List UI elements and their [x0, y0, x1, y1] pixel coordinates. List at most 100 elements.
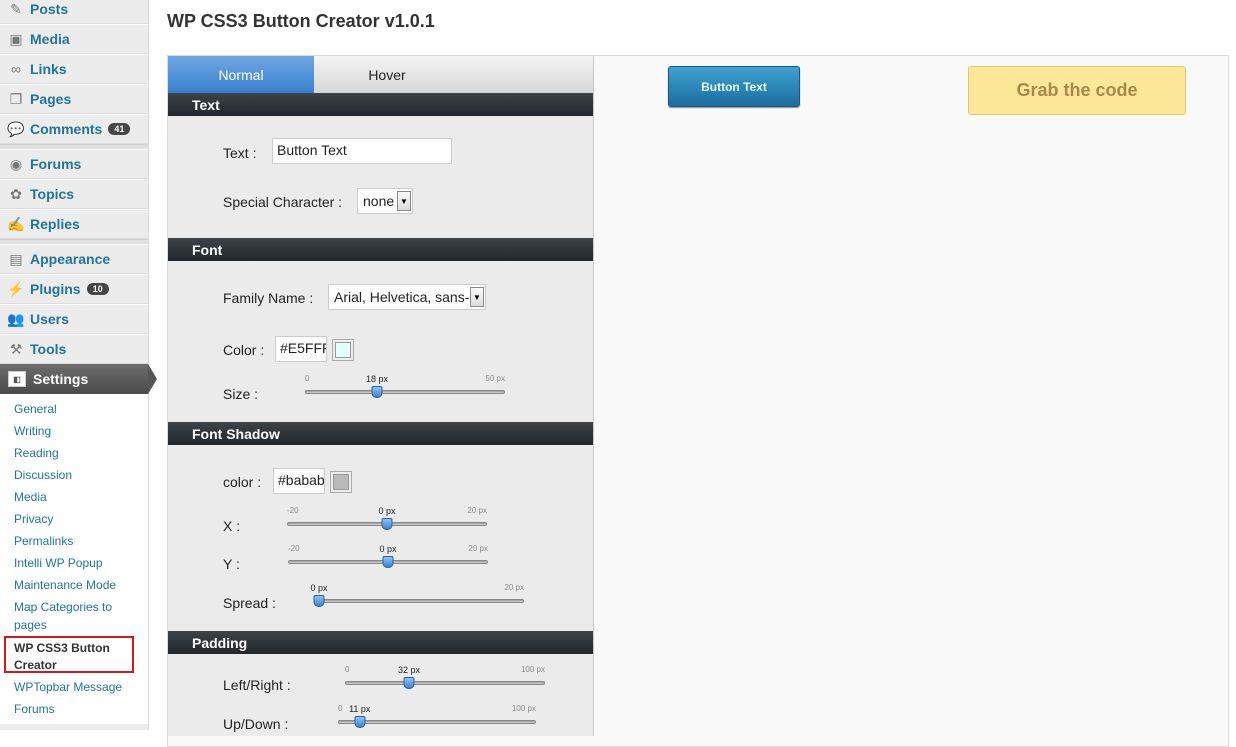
- comments-count-badge: 41: [108, 123, 131, 135]
- submenu-item-wptopbar-message[interactable]: WPTopbar Message: [14, 678, 139, 696]
- section-title: Font Shadow: [192, 425, 280, 442]
- pages-icon: ❐: [9, 90, 23, 107]
- slider-handle[interactable]: [403, 677, 415, 689]
- menu-item-media[interactable]: ▣ Media: [0, 24, 148, 55]
- tools-icon: ⚒: [9, 340, 23, 357]
- shadow-y-slider[interactable]: -20 0 px 20 px: [288, 544, 488, 576]
- menu-item-posts[interactable]: ✎ Posts: [0, 0, 148, 25]
- shadow-spread-slider[interactable]: 0 px 20 px: [310, 583, 524, 615]
- menu-label: Plugins: [30, 281, 81, 297]
- replies-icon: ✍: [7, 215, 25, 232]
- menu-item-links[interactable]: ∞ Links: [0, 54, 148, 85]
- menu-label: Tools: [30, 341, 67, 357]
- submenu-item-general[interactable]: General: [14, 400, 139, 418]
- shadow-y-label: Y :: [223, 556, 240, 572]
- slider-min-label: 0: [305, 374, 310, 383]
- menu-label: Posts: [30, 1, 69, 17]
- submenu-item-maintenance-mode[interactable]: Maintenance Mode: [14, 576, 139, 594]
- menu-item-topics[interactable]: ✿ Topics: [0, 179, 148, 210]
- select-value: Arial, Helvetica, sans-serif: [334, 289, 486, 305]
- color-swatch-icon: [333, 474, 349, 490]
- family-name-label: Family Name :: [223, 290, 314, 306]
- slider-track[interactable]: [345, 681, 545, 685]
- section-header-font: Font: [168, 238, 593, 261]
- special-character-select[interactable]: none ▼: [357, 188, 413, 214]
- submenu-item-map-categories[interactable]: Map Categories to pages: [14, 598, 139, 634]
- font-size-slider[interactable]: 0 18 px 50 px: [305, 374, 505, 406]
- section-header-padding: Padding: [168, 631, 593, 654]
- submenu-item-permalinks[interactable]: Permalinks: [14, 532, 139, 550]
- menu-item-replies[interactable]: ✍ Replies: [0, 209, 148, 240]
- padding-up-down-slider[interactable]: 0 11 px 100 px: [338, 704, 536, 736]
- shadow-x-slider[interactable]: -20 0 px 20 px: [287, 506, 487, 538]
- menu-item-plugins[interactable]: ⚡ Plugins 10: [0, 274, 148, 305]
- menu-label: Settings: [33, 371, 89, 387]
- slider-handle[interactable]: [381, 518, 393, 530]
- special-character-label: Special Character :: [223, 194, 343, 210]
- section-title: Font: [192, 241, 223, 258]
- users-icon: 👥: [7, 310, 25, 327]
- slider-min-label: -20: [288, 544, 300, 553]
- padding-left-right-slider[interactable]: 0 32 px 100 px: [345, 665, 545, 697]
- menu-item-tools[interactable]: ⚒ Tools: [0, 334, 148, 365]
- slider-track[interactable]: [305, 390, 505, 394]
- chevron-down-icon: ▼: [470, 287, 484, 307]
- menu-label: Pages: [30, 91, 72, 107]
- appearance-icon: ▤: [9, 250, 23, 267]
- slider-max-label: 100 px: [511, 704, 536, 713]
- menu-item-forums[interactable]: ◉ Forums: [0, 149, 148, 180]
- admin-sidebar: ✎ Posts ▣ Media ∞ Links ❐ Pages 💬 Commen…: [0, 0, 157, 730]
- slider-value-label: 11 px: [349, 704, 371, 714]
- preview-button[interactable]: Button Text: [668, 66, 800, 107]
- slider-handle[interactable]: [313, 595, 325, 607]
- submenu-item-reading[interactable]: Reading: [14, 444, 139, 462]
- slider-track[interactable]: [338, 720, 536, 724]
- media-icon: ▣: [9, 30, 23, 47]
- shadow-color-label: color :: [223, 474, 262, 490]
- shadow-x-label: X :: [223, 518, 241, 534]
- menu-item-users[interactable]: 👥 Users: [0, 304, 148, 335]
- shadow-color-picker[interactable]: [330, 471, 352, 493]
- menu-item-comments[interactable]: 💬 Comments 41: [0, 114, 148, 145]
- submenu-item-writing[interactable]: Writing: [14, 422, 139, 440]
- submenu-item-media[interactable]: Media: [14, 488, 139, 506]
- submenu-item-intelli-wp-popup[interactable]: Intelli WP Popup: [14, 554, 139, 572]
- plugins-icon: ⚡: [7, 280, 25, 297]
- font-color-picker[interactable]: [332, 339, 354, 361]
- font-color-input[interactable]: #E5FFFF: [275, 336, 327, 362]
- pin-icon: ✎: [10, 0, 22, 17]
- submenu-item-discussion[interactable]: Discussion: [14, 466, 139, 484]
- menu-item-settings[interactable]: ◧ Settings: [0, 364, 157, 394]
- slider-min-label: 0: [345, 665, 350, 674]
- topics-icon: ✿: [10, 185, 22, 202]
- section-header-font-shadow: Font Shadow: [168, 422, 593, 445]
- menu-label: Appearance: [30, 251, 111, 267]
- submenu-item-forums[interactable]: Forums: [14, 700, 139, 718]
- shadow-color-input[interactable]: #bababa: [273, 468, 325, 494]
- slider-value-label: 0 px: [378, 506, 396, 516]
- tab-normal[interactable]: Normal: [168, 56, 314, 93]
- slider-value-label: 18 px: [365, 374, 389, 384]
- slider-handle[interactable]: [371, 386, 383, 398]
- text-input[interactable]: Button Text: [272, 138, 452, 164]
- slider-handle[interactable]: [354, 716, 366, 728]
- grab-code-button[interactable]: Grab the code: [968, 66, 1186, 115]
- state-tabs: Normal Hover: [168, 56, 593, 93]
- color-swatch-icon: [335, 342, 351, 358]
- font-family-select[interactable]: Arial, Helvetica, sans-serif ▼: [328, 284, 486, 310]
- slider-value-label: 32 px: [397, 665, 421, 675]
- menu-label: Topics: [30, 186, 75, 202]
- menu-label: Forums: [30, 156, 82, 172]
- plugins-count-badge: 10: [86, 283, 109, 295]
- menu-label: Comments: [30, 121, 103, 137]
- menu-item-pages[interactable]: ❐ Pages: [0, 84, 148, 115]
- menu-item-appearance[interactable]: ▤ Appearance: [0, 244, 148, 275]
- button-creator-panel: Normal Hover Text Text : Button Text Spe…: [167, 55, 1229, 747]
- submenu-item-privacy[interactable]: Privacy: [14, 510, 139, 528]
- submenu-item-wp-css3-button-creator[interactable]: WP CSS3 Button Creator: [4, 636, 134, 673]
- slider-handle[interactable]: [382, 556, 394, 568]
- slider-track[interactable]: [319, 599, 524, 603]
- tab-hover[interactable]: Hover: [314, 56, 460, 93]
- slider-min-label: 0: [338, 704, 343, 713]
- slider-max-label: 20 px: [467, 506, 487, 515]
